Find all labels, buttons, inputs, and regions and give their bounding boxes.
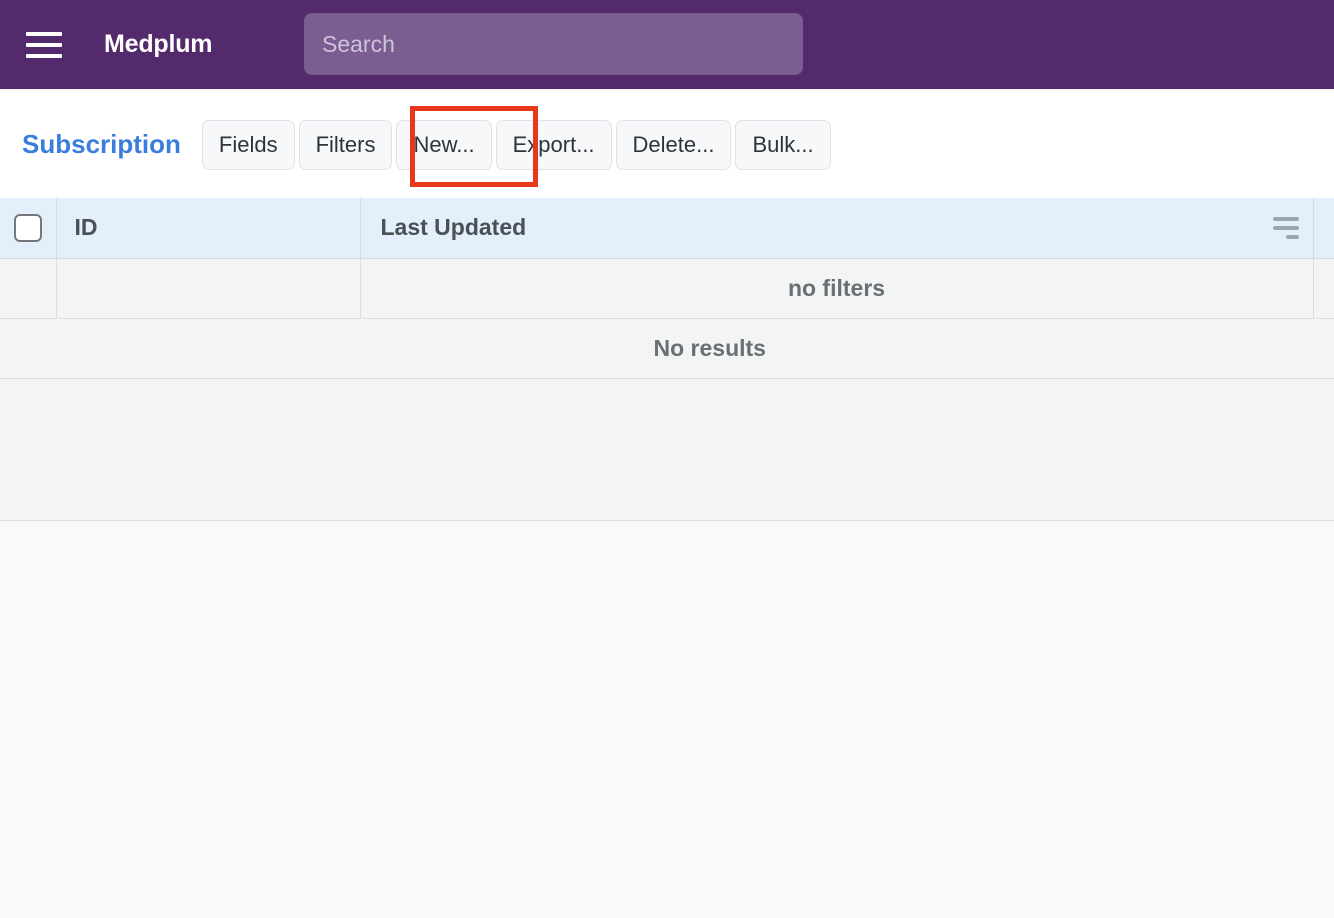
sort-filter-icon[interactable] xyxy=(1273,217,1299,239)
filter-cell-extra[interactable] xyxy=(1313,258,1334,318)
filters-button[interactable]: Filters xyxy=(299,120,393,170)
delete-button[interactable]: Delete... xyxy=(616,120,732,170)
column-header-id[interactable]: ID xyxy=(56,198,360,258)
filter-cell-last-updated[interactable]: no filters xyxy=(360,258,1313,318)
filter-cell-id[interactable] xyxy=(56,258,360,318)
search-control-toolbar: Subscription Fields Filters New... Expor… xyxy=(0,91,1334,198)
fields-button[interactable]: Fields xyxy=(202,120,295,170)
table-header: ID Last Updated xyxy=(0,198,1334,258)
hamburger-bar-2 xyxy=(26,43,62,47)
export-button[interactable]: Export... xyxy=(496,120,612,170)
sort-line-3 xyxy=(1286,235,1299,239)
select-all-header xyxy=(0,198,56,258)
filter-row: no filters xyxy=(0,258,1334,318)
search-container xyxy=(304,13,803,75)
hamburger-bar-3 xyxy=(26,54,62,58)
page-title[interactable]: Subscription xyxy=(22,129,181,160)
column-header-last-updated[interactable]: Last Updated xyxy=(360,198,1313,258)
hamburger-menu-icon[interactable] xyxy=(22,23,66,67)
new-button[interactable]: New... xyxy=(396,120,491,170)
empty-state-message: No results xyxy=(0,318,1334,378)
toolbar-button-group: Fields Filters New... Export... Delete..… xyxy=(202,120,831,170)
table-body: no filters No results xyxy=(0,258,1334,378)
select-all-checkbox[interactable] xyxy=(14,214,42,242)
filter-cell-select xyxy=(0,258,56,318)
sort-line-2 xyxy=(1273,226,1299,230)
search-results-table: ID Last Updated no filters xyxy=(0,198,1334,379)
empty-state-row: No results xyxy=(0,318,1334,378)
sort-line-1 xyxy=(1273,217,1299,221)
table-header-row: ID Last Updated xyxy=(0,198,1334,258)
app-header: Medplum xyxy=(0,0,1334,89)
brand-title: Medplum xyxy=(104,30,212,59)
hamburger-bar-1 xyxy=(26,32,62,36)
column-header-extra[interactable] xyxy=(1313,198,1334,258)
column-header-last-updated-label: Last Updated xyxy=(361,214,527,241)
search-results-table-container: ID Last Updated no filters xyxy=(0,198,1334,521)
search-input[interactable] xyxy=(304,13,803,75)
bulk-button[interactable]: Bulk... xyxy=(735,120,830,170)
